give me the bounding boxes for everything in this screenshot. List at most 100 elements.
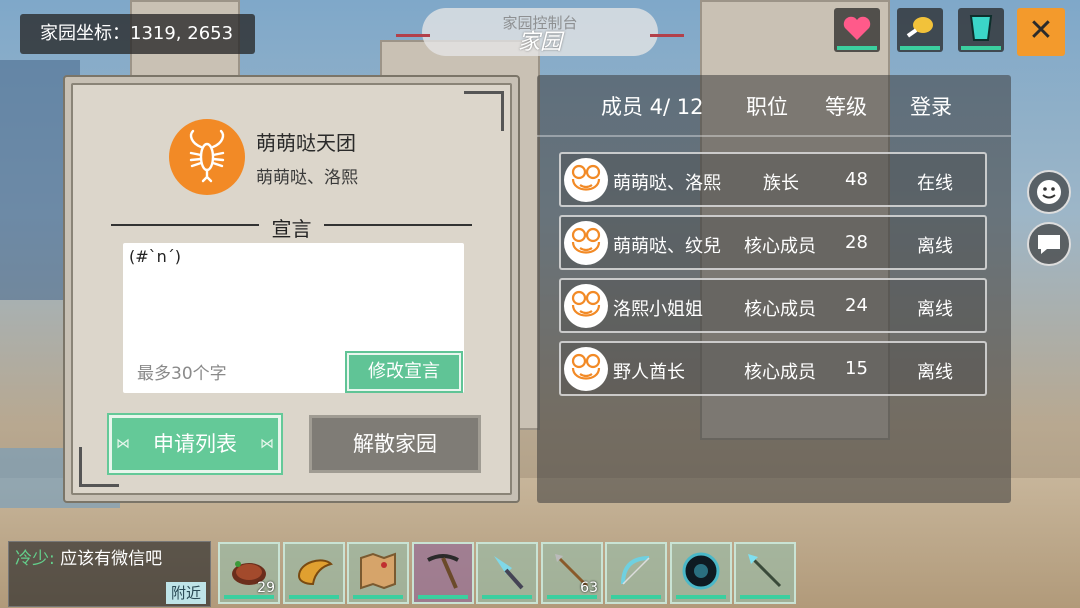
hotbar-slot[interactable] <box>347 542 409 604</box>
member-avatar <box>564 158 608 202</box>
role-header: 职位 <box>746 95 788 119</box>
frog-avatar-icon <box>571 290 601 317</box>
corner-ornament <box>464 91 504 131</box>
bow-icon <box>615 550 657 592</box>
chat-button[interactable] <box>1027 222 1071 266</box>
disband-home-button[interactable]: 解散家园 <box>309 415 481 473</box>
member-name: 野人酋长 <box>613 362 685 383</box>
crystal-spear-icon <box>744 550 786 592</box>
emote-button[interactable] <box>1027 170 1071 214</box>
slot-durability-bar <box>611 595 661 599</box>
nearby-channel-button[interactable]: 附近 <box>166 582 206 604</box>
member-role: 核心成员 <box>744 362 816 383</box>
divider-line <box>324 224 472 226</box>
water-cup-icon <box>969 15 993 41</box>
slot-durability-bar <box>482 595 532 599</box>
slot-durability-bar <box>418 595 468 599</box>
member-level: 15 <box>845 358 868 379</box>
slot-durability-bar <box>547 595 597 599</box>
member-level: 28 <box>845 232 868 253</box>
declaration-text: (#`n´) <box>129 247 182 266</box>
chat-separator: : <box>49 549 55 569</box>
lobster-icon <box>189 129 225 183</box>
chat-message-text: 应该有微信吧 <box>60 549 163 569</box>
horn-icon <box>293 550 335 592</box>
hotbar-slot[interactable]: 29 <box>218 542 280 604</box>
slot-durability-bar <box>224 595 274 599</box>
member-name: 洛熙小姐姐 <box>613 299 703 320</box>
hotbar-slot[interactable] <box>670 542 732 604</box>
member-status: 离线 <box>917 362 953 383</box>
chat-message: 冷少: 应该有微信吧 <box>15 544 162 569</box>
home-title: 家园 <box>517 30 562 55</box>
crystal-axe-icon <box>486 550 528 592</box>
frog-avatar-icon <box>571 227 601 254</box>
member-row[interactable]: 野人酋长 核心成员 15 离线 <box>559 341 987 396</box>
member-name: 萌萌哒、纹兒 <box>613 236 721 257</box>
member-row[interactable]: 萌萌哒、纹兒 核心成员 28 离线 <box>559 215 987 270</box>
team-leaders: 萌萌哒、洛熙 <box>256 168 358 188</box>
knot-ornament-icon: ⋈ <box>116 436 130 452</box>
login-header: 登录 <box>910 95 952 119</box>
chat-box[interactable]: 冷少: 应该有微信吧 附近 <box>8 541 211 607</box>
member-role: 核心成员 <box>744 236 816 257</box>
member-level: 24 <box>845 295 868 316</box>
level-header: 等级 <box>825 95 867 119</box>
close-button[interactable]: ✕ <box>1017 8 1065 56</box>
team-name: 萌萌哒天团 <box>256 131 356 155</box>
map-icon <box>357 550 399 592</box>
hotbar-slot[interactable] <box>605 542 667 604</box>
frog-avatar-icon <box>571 353 601 380</box>
application-list-button[interactable]: ⋈ 申请列表 ⋈ <box>107 413 283 475</box>
declaration-input[interactable]: (#`n´) 最多30个字 修改宣言 <box>123 243 464 393</box>
drumstick-icon <box>906 17 933 38</box>
home-coordinates: 家园坐标：1319, 2653 <box>20 14 255 54</box>
member-role: 族长 <box>763 173 799 194</box>
member-name: 萌萌哒、洛熙 <box>613 173 721 194</box>
speech-bubble-icon <box>1038 235 1060 254</box>
health-stat[interactable] <box>834 8 880 52</box>
declaration-placeholder: 最多30个字 <box>137 364 227 384</box>
member-row[interactable]: 洛熙小姐姐 核心成员 24 离线 <box>559 278 987 333</box>
member-list-panel: 成员 4/ 12 职位 等级 登录 萌萌哒、洛熙 族长 48 在线 萌萌哒、纹兒… <box>537 75 1011 503</box>
hotbar-slot[interactable] <box>476 542 538 604</box>
thirst-bar <box>961 46 1001 50</box>
member-level: 48 <box>845 169 868 190</box>
hunger-bar <box>900 46 940 50</box>
knot-ornament-icon: ⋈ <box>260 436 274 452</box>
member-row[interactable]: 萌萌哒、洛熙 族长 48 在线 <box>559 152 987 207</box>
member-count-header: 成员 4/ 12 <box>601 95 704 119</box>
item-count: 29 <box>257 580 275 596</box>
member-status: 在线 <box>917 173 953 194</box>
team-emblem <box>169 119 245 195</box>
thirst-stat[interactable] <box>958 8 1004 52</box>
home-title-banner: 家园控制台 家园 <box>396 8 684 56</box>
smiley-icon <box>1037 180 1061 204</box>
hotbar-slot[interactable]: 63 <box>541 542 603 604</box>
declaration-heading: 宣言 <box>271 217 312 241</box>
member-avatar <box>564 347 608 391</box>
frog-avatar-icon <box>571 164 601 191</box>
member-status: 离线 <box>917 299 953 320</box>
slot-durability-bar <box>353 595 403 599</box>
chat-sender: 冷少 <box>15 549 49 569</box>
hotbar-slot-selected[interactable] <box>412 542 474 604</box>
slot-durability-bar <box>740 595 790 599</box>
hotbar-slot[interactable] <box>283 542 345 604</box>
orb-icon <box>680 550 722 592</box>
member-status: 离线 <box>917 236 953 257</box>
slot-durability-bar <box>289 595 339 599</box>
hotbar-slot[interactable] <box>734 542 796 604</box>
hunger-stat[interactable] <box>897 8 943 52</box>
pickaxe-icon <box>422 550 464 592</box>
item-count: 63 <box>580 580 598 596</box>
team-info-inner: 萌萌哒天团 萌萌哒、洛熙 宣言 (#`n´) 最多30个字 修改宣言 ⋈ 申请列… <box>71 83 512 495</box>
member-role: 核心成员 <box>744 299 816 320</box>
member-avatar <box>564 221 608 265</box>
team-info-panel: 萌萌哒天团 萌萌哒、洛熙 宣言 (#`n´) 最多30个字 修改宣言 ⋈ 申请列… <box>63 75 520 503</box>
heart-icon <box>843 16 871 40</box>
slot-durability-bar <box>676 595 726 599</box>
health-bar <box>837 46 877 50</box>
edit-declaration-button[interactable]: 修改宣言 <box>345 351 463 393</box>
application-list-label: 申请列表 <box>153 432 237 456</box>
